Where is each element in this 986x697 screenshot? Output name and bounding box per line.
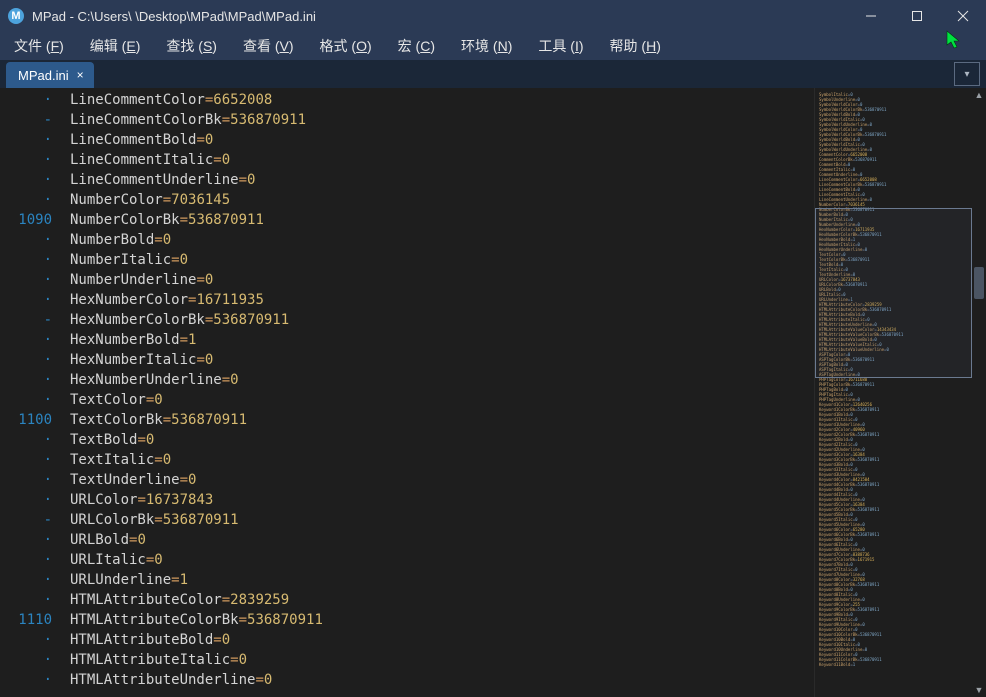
gutter-marker: · [0,290,52,310]
code-line[interactable]: URLUnderline=1 [70,570,814,590]
menu-n[interactable]: 环境 (N) [461,36,512,56]
gutter-marker: · [0,450,52,470]
window-title: MPad - C:\Users\ \Desktop\MPad\MPad\MPad… [32,9,316,24]
gutter-marker: - [0,310,52,330]
code-line[interactable]: NumberUnderline=0 [70,270,814,290]
gutter-marker: · [0,190,52,210]
tab-close-icon[interactable]: × [77,68,84,82]
tab-list-dropdown[interactable]: ▾ [954,62,980,86]
code-line[interactable]: LineCommentUnderline=0 [70,170,814,190]
menu-o[interactable]: 格式 (O) [320,36,372,56]
code-line[interactable]: TextColorBk=536870911 [70,410,814,430]
gutter-marker: · [0,130,52,150]
tab-label: MPad.ini [18,68,69,83]
window-minimize-button[interactable] [848,0,894,32]
gutter-marker: · [0,150,52,170]
code-text-area[interactable]: LineCommentColor=6652008LineCommentColor… [60,88,814,697]
menu-h[interactable]: 帮助 (H) [610,36,661,56]
minimap[interactable]: SymbolItalic=0SymbolUnderline=0SymbolWor… [814,88,972,697]
menu-s[interactable]: 查找 (S) [166,36,217,56]
gutter-marker: · [0,270,52,290]
code-line[interactable]: HTMLAttributeBold=0 [70,630,814,650]
vertical-scrollbar[interactable]: ▲ ▼ [972,88,986,697]
code-line[interactable]: URLColorBk=536870911 [70,510,814,530]
minimap-line: Keyword11Bold=1 [819,662,968,667]
code-line[interactable]: HTMLAttributeUnderline=0 [70,670,814,690]
gutter-marker: · [0,530,52,550]
gutter-marker: · [0,230,52,250]
code-line[interactable]: HexNumberBold=1 [70,330,814,350]
code-line[interactable]: NumberColor=7036145 [70,190,814,210]
gutter-marker: - [0,110,52,130]
code-line[interactable]: TextItalic=0 [70,450,814,470]
gutter-marker: · [0,650,52,670]
code-line[interactable]: TextBold=0 [70,430,814,450]
gutter-marker: · [0,570,52,590]
code-line[interactable]: HexNumberColor=16711935 [70,290,814,310]
menu-i[interactable]: 工具 (I) [538,36,583,56]
gutter-marker: - [0,510,52,530]
code-line[interactable]: LineCommentItalic=0 [70,150,814,170]
code-line[interactable]: TextColor=0 [70,390,814,410]
code-line[interactable]: URLBold=0 [70,530,814,550]
code-line[interactable]: HexNumberColorBk=536870911 [70,310,814,330]
gutter-marker: · [0,370,52,390]
code-line[interactable]: LineCommentColorBk=536870911 [70,110,814,130]
gutter-marker: 1090 [0,210,52,230]
window-maximize-button[interactable] [894,0,940,32]
scrollbar-thumb[interactable] [974,267,984,299]
gutter-marker: · [0,470,52,490]
gutter-marker: · [0,90,52,110]
gutter-marker: · [0,350,52,370]
minimap-viewport-indicator[interactable] [815,208,972,378]
editor: ·-····1090····-····1100····-····1110··· … [0,88,986,697]
app-logo-icon: M [8,8,24,24]
tab-mpad-ini[interactable]: MPad.ini × [6,62,94,88]
code-line[interactable]: NumberBold=0 [70,230,814,250]
code-line[interactable]: HTMLAttributeColor=2839259 [70,590,814,610]
gutter-marker: · [0,250,52,270]
gutter-marker: · [0,590,52,610]
code-line[interactable]: URLItalic=0 [70,550,814,570]
menu-f[interactable]: 文件 (F) [14,36,64,56]
gutter-marker: · [0,430,52,450]
gutter-marker: · [0,330,52,350]
menu-c[interactable]: 宏 (C) [398,36,435,56]
code-line[interactable]: HexNumberUnderline=0 [70,370,814,390]
code-line[interactable]: LineCommentBold=0 [70,130,814,150]
gutter-marker: 1110 [0,610,52,630]
code-line[interactable]: HTMLAttributeItalic=0 [70,650,814,670]
window-close-button[interactable] [940,0,986,32]
code-line[interactable]: TextUnderline=0 [70,470,814,490]
code-line[interactable]: HexNumberItalic=0 [70,350,814,370]
scroll-down-arrow-icon[interactable]: ▼ [972,683,986,697]
gutter-marker: · [0,490,52,510]
gutter-marker: 1100 [0,410,52,430]
code-line[interactable]: NumberColorBk=536870911 [70,210,814,230]
code-line[interactable]: HTMLAttributeColorBk=536870911 [70,610,814,630]
document-tabstrip: MPad.ini × ▾ [0,60,986,88]
menu-e[interactable]: 编辑 (E) [90,36,141,56]
line-number-gutter: ·-····1090····-····1100····-····1110··· [0,88,60,697]
code-line[interactable]: LineCommentColor=6652008 [70,90,814,110]
gutter-marker: · [0,630,52,650]
menu-v[interactable]: 查看 (V) [243,36,294,56]
scroll-up-arrow-icon[interactable]: ▲ [972,88,986,102]
gutter-marker: · [0,170,52,190]
code-line[interactable]: URLColor=16737843 [70,490,814,510]
gutter-marker: · [0,390,52,410]
gutter-marker: · [0,550,52,570]
code-line[interactable]: NumberItalic=0 [70,250,814,270]
window-titlebar: M MPad - C:\Users\ \Desktop\MPad\MPad\MP… [0,0,986,32]
scrollbar-track[interactable] [972,102,986,683]
menubar: 文件 (F) 编辑 (E) 查找 (S) 查看 (V) 格式 (O) 宏 (C) 环境 (N… [0,32,986,60]
gutter-marker: · [0,670,52,690]
